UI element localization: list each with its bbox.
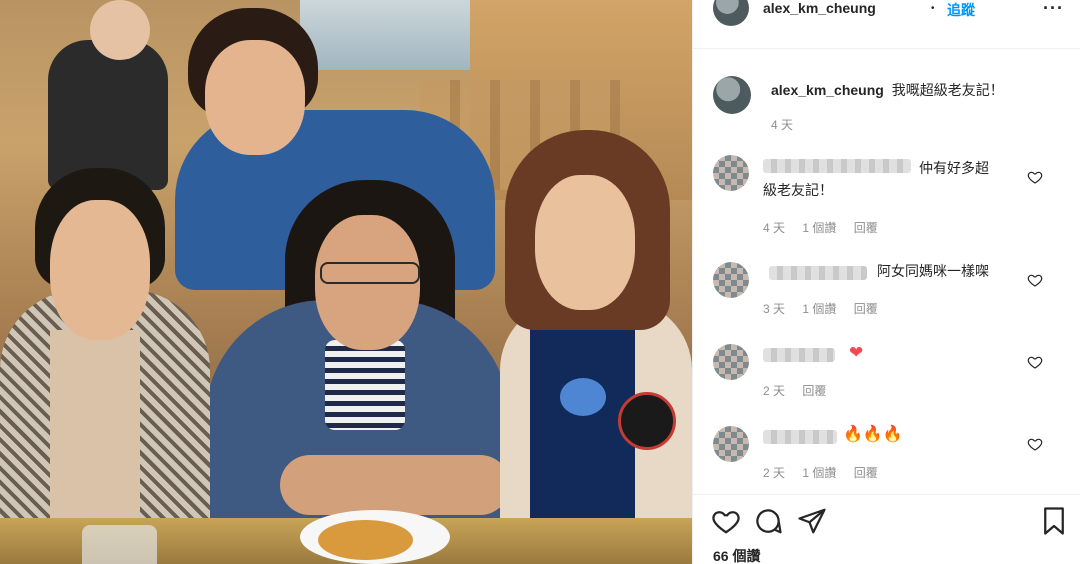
reply-button[interactable]: 回覆 [854,302,878,316]
seated-man-glasses [320,262,420,284]
heart-icon[interactable] [1027,436,1043,452]
comment-timestamp[interactable]: 2 天 [763,384,785,398]
author-username[interactable]: alex_km_cheung [763,0,876,16]
post-header: alex_km_cheung • 追蹤 ··· [693,0,1080,34]
heart-icon[interactable] [1027,354,1043,370]
commenter-avatar[interactable] [713,262,749,298]
commenter-avatar[interactable] [713,155,749,191]
comment-meta: 2 天 回覆 [763,382,840,399]
divider [693,48,1080,49]
caption-avatar[interactable] [713,76,751,114]
heart-icon[interactable] [1027,169,1043,185]
more-icon[interactable]: ··· [1043,0,1064,19]
caption-text: alex_km_cheung 我嘅超級老友記！ [771,80,1004,100]
blurred-username [763,430,837,444]
heart-icon[interactable] [711,506,741,536]
caption-body: 我嘅超級老友記！ [891,82,1004,98]
comment-icon[interactable] [753,506,783,536]
comment-timestamp[interactable]: 4 天 [763,221,785,235]
share-icon[interactable] [797,506,827,536]
heart-icon[interactable] [1027,272,1043,288]
comment-text: 阿女同媽咪一樣㗎 [877,263,989,279]
comment-meta: 4 天 1 個讚 回覆 [763,219,892,236]
comment-likes[interactable]: 1 個讚 [802,466,836,480]
comment-meta: 2 天 1 個讚 回覆 [763,464,892,481]
caption-username[interactable]: alex_km_cheung [771,82,884,98]
seated-man-shirt [325,340,405,430]
follow-button[interactable]: 追蹤 [947,0,975,20]
reply-button[interactable]: 回覆 [802,384,826,398]
post-photo[interactable] [0,0,692,564]
caption-timestamp[interactable]: 4 天 [771,116,793,133]
comment-meta: 3 天 1 個讚 回覆 [763,300,892,317]
author-avatar[interactable] [713,0,749,26]
action-bar [693,506,1080,540]
blurred-username [769,266,867,280]
left-woman-face [50,200,150,340]
waitress-head [90,0,150,60]
comment-text-line2: 級老友記！ [763,182,833,198]
separator-dot: • [931,3,935,14]
comment-emoji: ❤ [849,343,864,362]
comment-timestamp[interactable]: 2 天 [763,466,785,480]
bookmark-icon[interactable] [1039,506,1069,536]
background-window [300,0,490,70]
divider [693,494,1080,495]
jacket-patch [618,392,676,450]
seated-man-arm [280,455,510,515]
reply-button[interactable]: 回覆 [854,466,878,480]
blurred-username [763,348,835,362]
commenter-avatar[interactable] [713,344,749,380]
noodles [318,520,413,560]
post-side-panel: alex_km_cheung • 追蹤 ··· alex_km_cheung 我… [692,0,1080,564]
comment-timestamp[interactable]: 3 天 [763,302,785,316]
drinking-glass [82,525,157,564]
likes-count[interactable]: 66 個讚 [713,546,760,564]
comment-text-line1: 仲有好多超 [919,160,989,176]
comment-likes[interactable]: 1 個讚 [802,302,836,316]
standing-man-face [205,40,305,155]
comment-emoji: 🔥🔥🔥 [843,426,903,443]
commenter-avatar[interactable] [713,426,749,462]
reply-button[interactable]: 回覆 [854,221,878,235]
right-woman-face [535,175,635,310]
flower-print [560,378,606,416]
instagram-post: alex_km_cheung • 追蹤 ··· alex_km_cheung 我… [0,0,1080,564]
blurred-username [763,159,911,173]
comment-likes[interactable]: 1 個讚 [802,221,836,235]
